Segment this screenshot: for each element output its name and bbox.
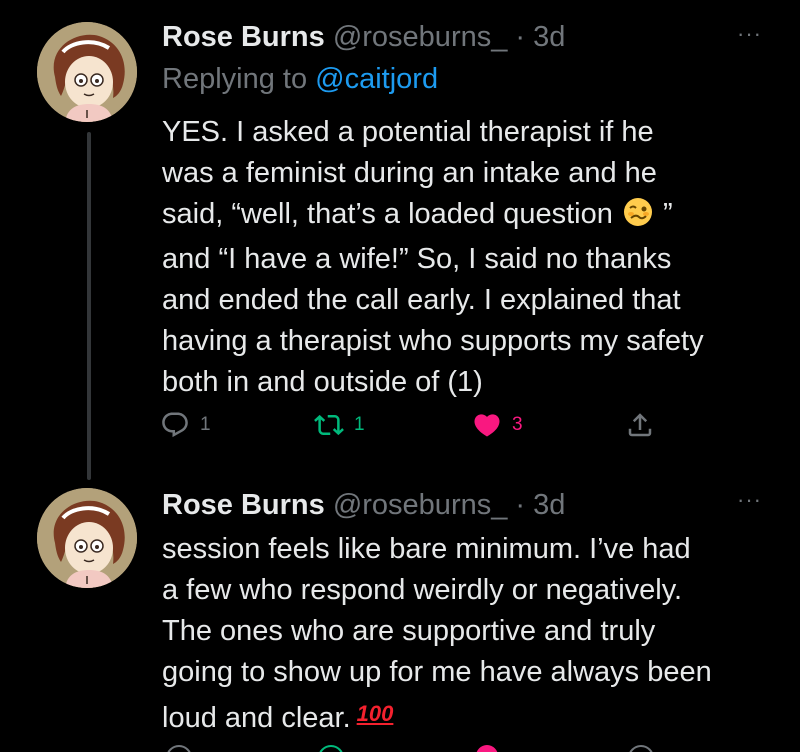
tweet-text-line: session feels like bare minimum. I’ve ha…: [162, 533, 691, 565]
tweet-text-line: loud and clear. 100: [162, 693, 772, 739]
replying-to: Replying to @caitjord: [162, 62, 438, 96]
heart-icon[interactable]: [476, 745, 498, 752]
retweet-icon: [314, 414, 344, 436]
tweet-text-line: a few who respond weirdly or negatively.: [162, 574, 683, 606]
tweet-text-line: was a feminist during an intake and he: [162, 157, 657, 189]
tweet-text-fragment: ”: [654, 198, 673, 230]
more-icon[interactable]: ···: [737, 23, 762, 45]
tweet-header: Rose Burns @roseburns_ · 3d: [162, 488, 565, 522]
timestamp[interactable]: 3d: [533, 21, 565, 53]
author-name[interactable]: Rose Burns: [162, 21, 325, 53]
woozy-face-icon: [623, 197, 653, 239]
replying-to-handle[interactable]: @caitjord: [315, 63, 438, 95]
author-handle[interactable]: @roseburns_: [333, 21, 508, 53]
reply-count: 1: [200, 414, 211, 435]
like-count: 3: [512, 414, 523, 435]
tweet-header: Rose Burns @roseburns_ · 3d: [162, 20, 565, 54]
tweet-text-line: The ones who are supportive and truly: [162, 615, 656, 647]
tweet-actions: 1 1 3: [0, 410, 800, 446]
tweet-2-actions-partial: [0, 743, 800, 752]
tweet-text-line: having a therapist who supports my safet…: [162, 325, 704, 357]
hundred-points-icon: 100: [356, 701, 394, 726]
share-button[interactable]: [625, 410, 655, 440]
tweet-text: YES. I asked a potential therapist if he…: [162, 112, 772, 403]
replying-to-prefix: Replying to: [162, 63, 316, 95]
separator-dot: ·: [507, 489, 534, 521]
tweet-1[interactable]: Rose Burns @roseburns_ · 3d ··· Replying…: [0, 0, 800, 480]
tweet-2[interactable]: Rose Burns @roseburns_ · 3d ··· session …: [0, 470, 800, 752]
reply-icon: [162, 412, 188, 438]
retweet-icon[interactable]: [318, 745, 344, 752]
retweet-button[interactable]: 1: [314, 410, 365, 440]
heart-icon: [474, 414, 500, 437]
tweet-text-line: and ended the call early. I explained th…: [162, 284, 681, 316]
tweet-text-line: said, “well, that’s a loaded question ”: [162, 194, 772, 239]
avatar[interactable]: [37, 488, 137, 588]
more-icon[interactable]: ···: [737, 489, 762, 511]
tweet-text-line: YES. I asked a potential therapist if he: [162, 116, 654, 148]
share-icon: [628, 413, 652, 437]
author-handle[interactable]: @roseburns_: [333, 489, 508, 521]
tweet-text-line: both in and outside of (1): [162, 366, 483, 398]
tweet-text-fragment: said, “well, that’s a loaded question: [162, 198, 613, 230]
tweet-text-line: and “I have a wife!” So, I said no thank…: [162, 243, 672, 275]
separator-dot: ·: [507, 21, 534, 53]
tweet-text-line: going to show up for me have always been: [162, 656, 712, 688]
avatar-illustration: [37, 22, 137, 122]
retweet-count: 1: [354, 414, 365, 435]
share-icon[interactable]: [628, 745, 654, 752]
author-name[interactable]: Rose Burns: [162, 489, 325, 521]
avatar[interactable]: [37, 22, 137, 122]
like-button[interactable]: 3: [472, 410, 523, 440]
timestamp[interactable]: 3d: [533, 489, 565, 521]
reply-icon[interactable]: [166, 745, 192, 752]
reply-button[interactable]: 1: [160, 410, 211, 440]
tweet-text-fragment: loud and clear.: [162, 702, 351, 734]
avatar-illustration: [37, 488, 137, 588]
tweet-text: session feels like bare minimum. I’ve ha…: [162, 529, 772, 739]
